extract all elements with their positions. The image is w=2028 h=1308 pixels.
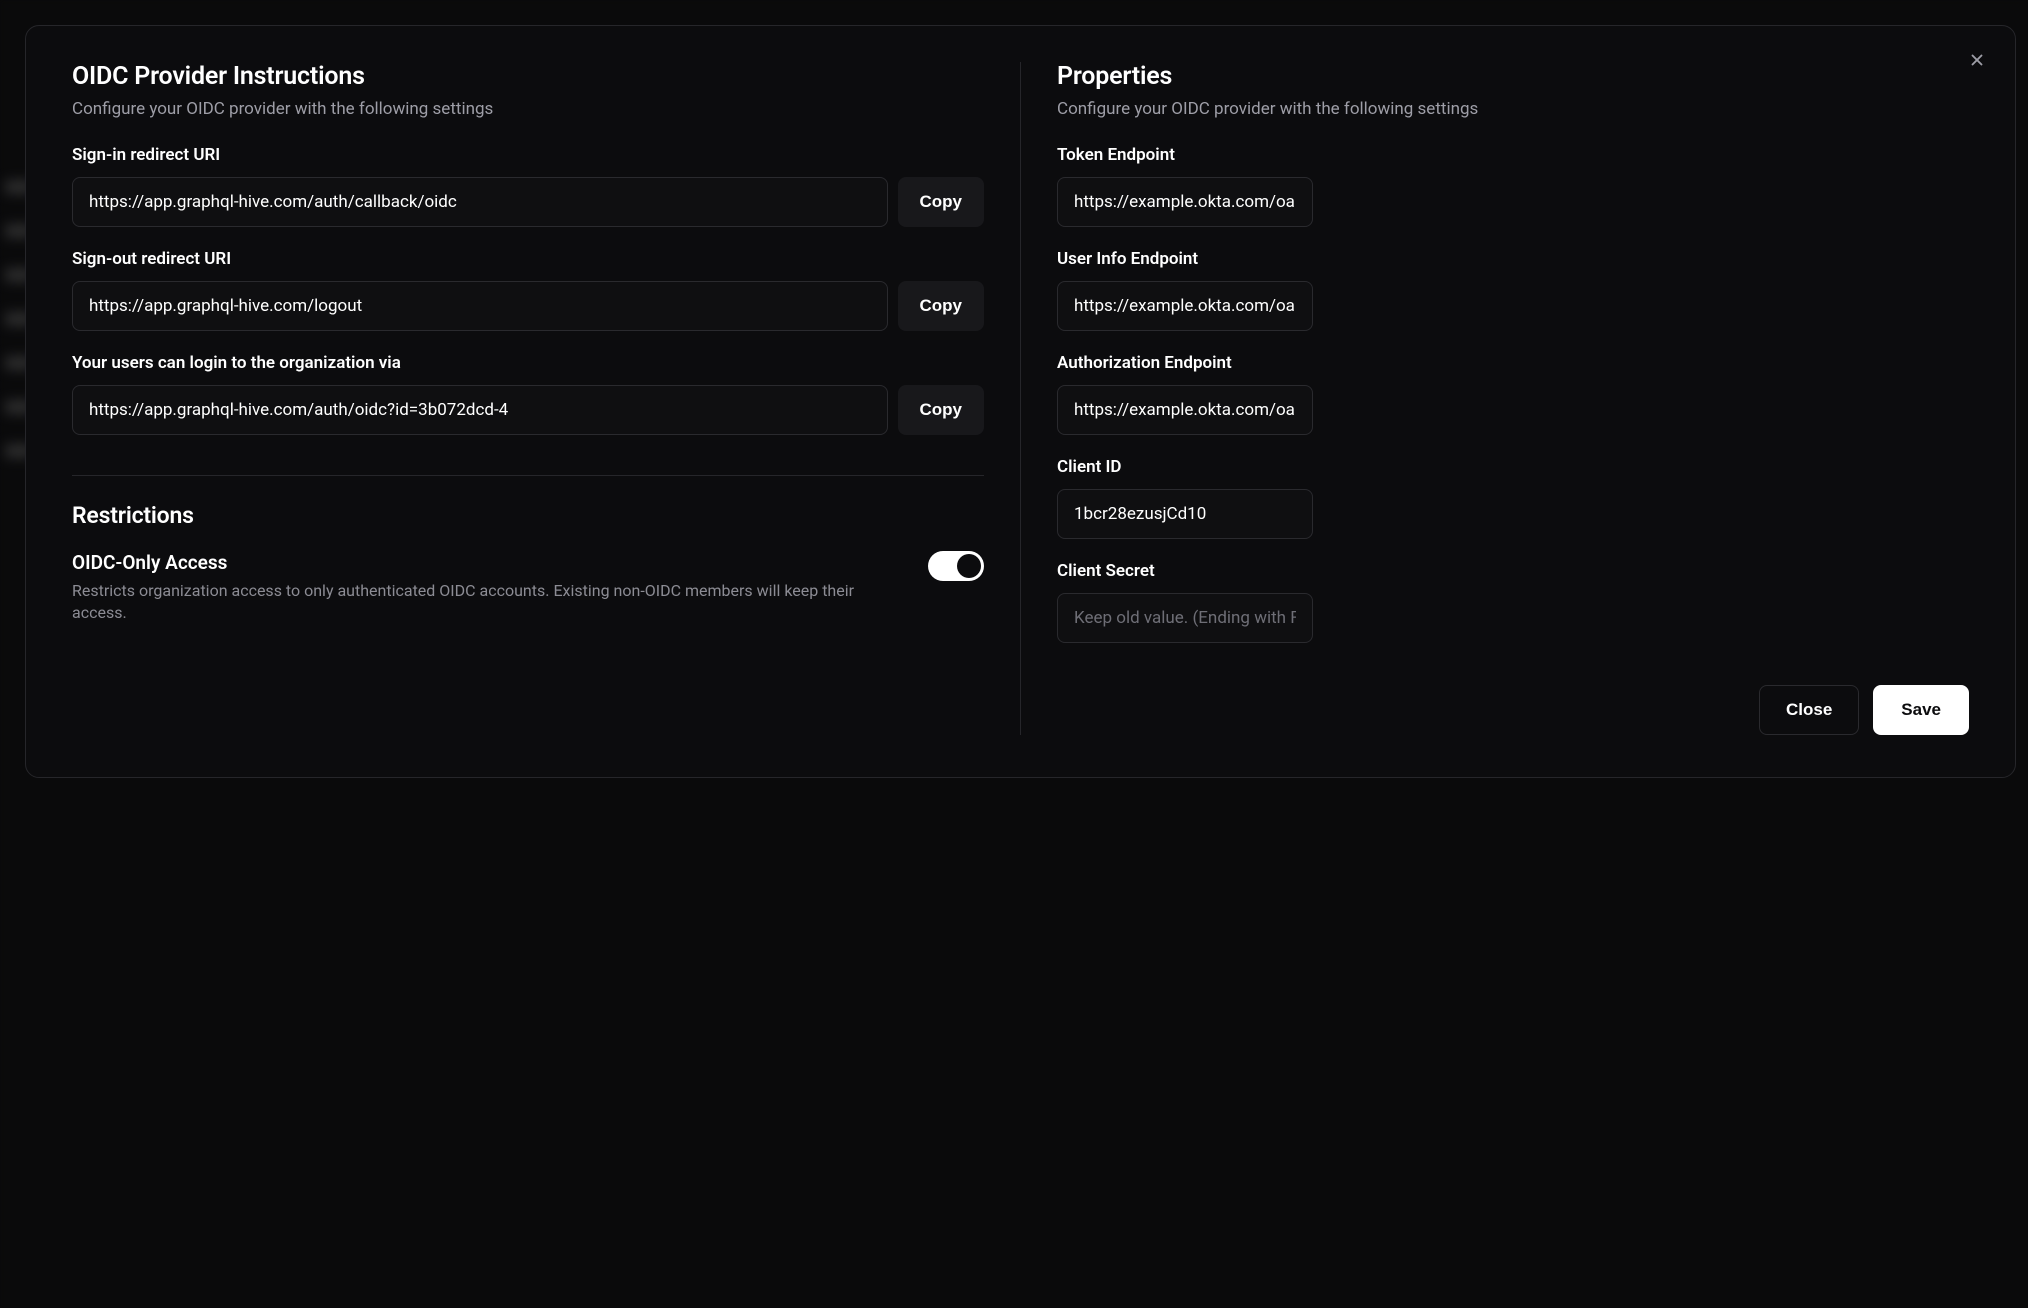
- sign-in-redirect-label: Sign-in redirect URI: [72, 145, 984, 165]
- client-id-input[interactable]: [1057, 489, 1313, 539]
- token-endpoint-label: Token Endpoint: [1057, 145, 1969, 165]
- login-via-label: Your users can login to the organization…: [72, 353, 984, 373]
- close-button[interactable]: Close: [1759, 685, 1859, 735]
- copy-sign-out-button[interactable]: Copy: [898, 281, 985, 331]
- sign-out-redirect-label: Sign-out redirect URI: [72, 249, 984, 269]
- user-info-endpoint-input[interactable]: [1057, 281, 1313, 331]
- close-icon[interactable]: [1963, 46, 1991, 74]
- sign-out-redirect-value[interactable]: https://app.graphql-hive.com/logout: [72, 281, 888, 331]
- client-secret-label: Client Secret: [1057, 561, 1969, 581]
- token-endpoint-input[interactable]: [1057, 177, 1313, 227]
- client-secret-input[interactable]: [1057, 593, 1313, 643]
- instructions-heading: OIDC Provider Instructions: [72, 62, 984, 91]
- login-via-value[interactable]: https://app.graphql-hive.com/auth/oidc?i…: [72, 385, 888, 435]
- user-info-endpoint-label: User Info Endpoint: [1057, 249, 1969, 269]
- client-id-label: Client ID: [1057, 457, 1969, 477]
- copy-sign-in-button[interactable]: Copy: [898, 177, 985, 227]
- column-divider: [1020, 62, 1021, 735]
- oidc-only-toggle[interactable]: [928, 551, 984, 581]
- sign-in-redirect-value[interactable]: https://app.graphql-hive.com/auth/callba…: [72, 177, 888, 227]
- oidc-settings-modal: OIDC Provider Instructions Configure you…: [25, 25, 2016, 778]
- oidc-only-title: OIDC-Only Access: [72, 551, 898, 574]
- properties-subheading: Configure your OIDC provider with the fo…: [1057, 99, 1969, 119]
- instructions-column: OIDC Provider Instructions Configure you…: [72, 62, 984, 735]
- restrictions-heading: Restrictions: [72, 502, 984, 529]
- copy-login-via-button[interactable]: Copy: [898, 385, 985, 435]
- properties-column: Properties Configure your OIDC provider …: [1057, 62, 1969, 735]
- authorization-endpoint-input[interactable]: [1057, 385, 1313, 435]
- save-button[interactable]: Save: [1873, 685, 1969, 735]
- properties-heading: Properties: [1057, 62, 1969, 91]
- section-divider: [72, 475, 984, 476]
- instructions-subheading: Configure your OIDC provider with the fo…: [72, 99, 984, 119]
- authorization-endpoint-label: Authorization Endpoint: [1057, 353, 1969, 373]
- oidc-only-description: Restricts organization access to only au…: [72, 580, 898, 625]
